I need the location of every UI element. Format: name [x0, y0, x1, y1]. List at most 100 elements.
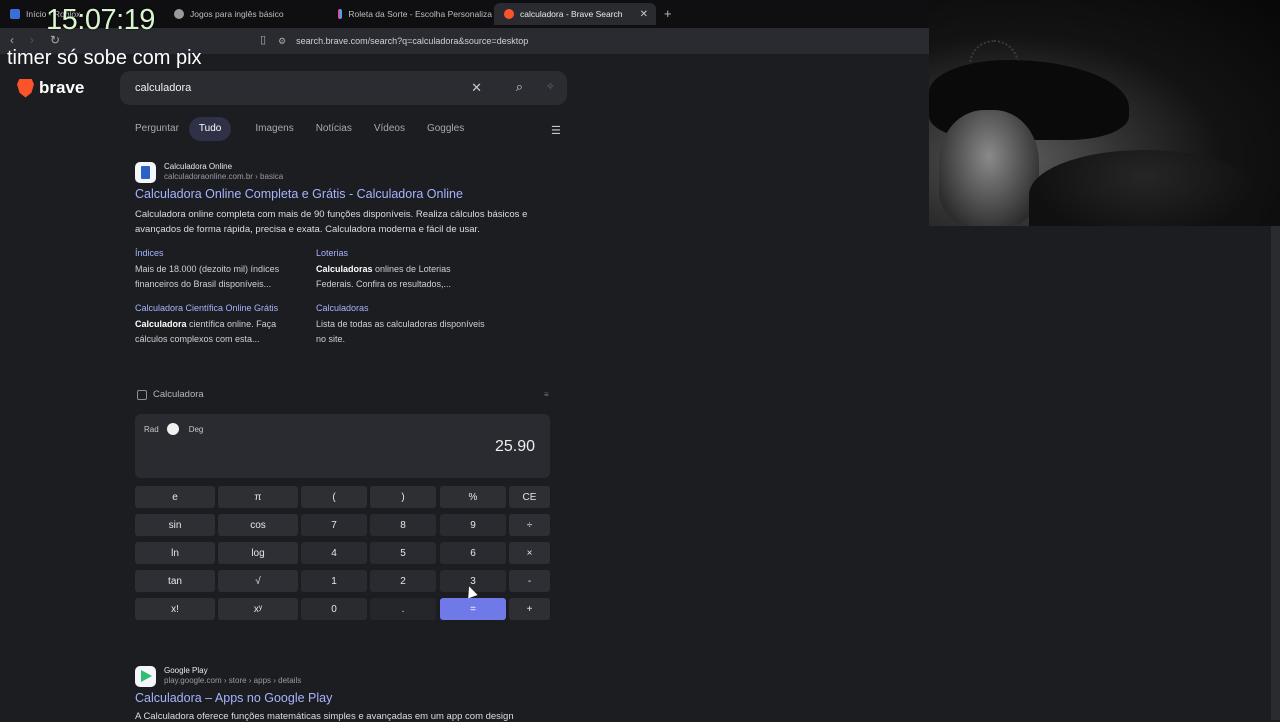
webcam-body: [1029, 150, 1259, 226]
calculator-display: Rad Deg 25.90: [135, 414, 550, 478]
angle-mode-toggle[interactable]: Rad Deg: [144, 423, 203, 435]
sublink-calculadoras: Calculadoras Lista de todas as calculado…: [316, 303, 486, 346]
calc-key[interactable]: √: [218, 570, 298, 592]
brave-favicon-icon: [504, 9, 514, 19]
calc-key[interactable]: 0: [301, 598, 367, 620]
search-query: calculadora: [135, 82, 192, 94]
back-icon[interactable]: ‹: [10, 33, 14, 47]
calc-key[interactable]: 7: [301, 514, 367, 536]
calc-key[interactable]: 6: [440, 542, 506, 564]
calc-key[interactable]: (: [301, 486, 367, 508]
brave-logo[interactable]: brave: [17, 78, 84, 98]
tab-perguntar[interactable]: Perguntar: [135, 117, 179, 141]
tab-imagens[interactable]: Imagens: [255, 117, 293, 141]
sublink-title[interactable]: Loterias: [316, 248, 486, 258]
tab-tudo[interactable]: Tudo: [188, 117, 232, 141]
close-icon[interactable]: ✕: [640, 9, 648, 20]
stream-timer: 15:07:19: [46, 4, 155, 36]
calc-key[interactable]: ÷: [509, 514, 550, 536]
forward-icon[interactable]: ›: [30, 33, 34, 47]
tab-goggles[interactable]: Goggles: [427, 117, 464, 141]
tab-roleta[interactable]: Roleta da Sorte - Escolha Personaliza: [328, 3, 492, 25]
calc-key[interactable]: CE: [509, 486, 550, 508]
scrollbar[interactable]: [1271, 226, 1280, 720]
calc-key[interactable]: e: [135, 486, 215, 508]
tab-noticias[interactable]: Notícias: [316, 117, 352, 141]
calc-key[interactable]: 8: [370, 514, 436, 536]
calc-key[interactable]: ): [370, 486, 436, 508]
mode-rad-label: Rad: [144, 424, 159, 434]
sublink-loterias: Loterias Calculadoras onlines de Loteria…: [316, 248, 486, 291]
timer-caption: timer só sobe com pix: [7, 47, 202, 69]
calculator-icon: [137, 389, 147, 400]
close-icon[interactable]: ✕: [471, 80, 482, 96]
roblox-favicon-icon: [10, 9, 20, 19]
menu-icon[interactable]: ≡: [544, 390, 549, 399]
mode-deg-label: Deg: [188, 424, 204, 434]
sublink-title[interactable]: Índices: [135, 248, 305, 258]
calc-key[interactable]: 4: [301, 542, 367, 564]
calc-key[interactable]: ×: [509, 542, 550, 564]
calc-key[interactable]: -: [509, 570, 550, 592]
tab-title: Jogos para inglês básico: [190, 9, 284, 19]
result-title-link[interactable]: Calculadora – Apps no Google Play: [135, 691, 332, 705]
calc-key[interactable]: cos: [218, 514, 298, 536]
sublink-desc: Calculadoras onlines de Loterias Federai…: [316, 262, 486, 291]
calc-key[interactable]: π: [218, 486, 298, 508]
webcam-overlay: [929, 0, 1280, 226]
calculator-title: Calculadora: [153, 389, 204, 400]
search-icon[interactable]: ⌕: [516, 79, 523, 95]
sublink-cientifica: Calculadora Científica Online Grátis Cal…: [135, 303, 305, 346]
sublink-title[interactable]: Calculadoras: [316, 303, 486, 313]
search-input[interactable]: calculadora ✕ ⌕ ✧: [120, 71, 567, 105]
calc-key[interactable]: 9: [440, 514, 506, 536]
sublink-title[interactable]: Calculadora Científica Online Grátis: [135, 303, 305, 313]
tab-title: calculadora - Brave Search: [520, 9, 623, 19]
calc-key[interactable]: %: [440, 486, 506, 508]
display-value: 25.90: [494, 438, 535, 455]
address-bar[interactable]: ⚙ search.brave.com/search?q=calculadora&…: [278, 31, 930, 51]
sublink-desc: Lista de todas as calculadoras disponíve…: [316, 319, 485, 344]
calc-key[interactable]: 5: [370, 542, 436, 564]
calc-key[interactable]: tan: [135, 570, 215, 592]
calc-key[interactable]: 2: [370, 570, 436, 592]
highlight: Calculadora: [135, 319, 187, 329]
toggle-knob[interactable]: [166, 423, 179, 435]
search-nav-tabs: Perguntar Tudo Imagens Notícias Vídeos G…: [135, 117, 486, 141]
globe-icon: [174, 9, 184, 19]
plus-icon[interactable]: +: [664, 6, 672, 21]
result-description: Calculadora online completa com mais de …: [135, 209, 528, 235]
sublink-indices: Índices Mais de 18.000 (dezoito mil) índ…: [135, 248, 305, 291]
bookmark-icon[interactable]: ▯: [260, 33, 266, 46]
result-url[interactable]: calculadoraonline.com.br › basica: [164, 172, 283, 181]
calc-key[interactable]: =: [440, 598, 506, 620]
brave-lion-icon: [17, 78, 34, 98]
highlight: Calculadoras: [316, 264, 373, 274]
brand-name: brave: [39, 78, 85, 97]
calculadora-online-favicon-icon: [135, 162, 156, 183]
calc-key[interactable]: xʸ: [218, 598, 298, 620]
calc-key[interactable]: .: [370, 598, 436, 620]
tab-calculadora[interactable]: calculadora - Brave Search ✕: [494, 3, 656, 25]
roleta-favicon-icon: [338, 9, 343, 19]
sublink-desc: Mais de 18.000 (dezoito mil) índices fin…: [135, 264, 280, 289]
result-url[interactable]: play.google.com › store › apps › details: [164, 676, 301, 685]
calculator-heading: Calculadora: [137, 389, 204, 400]
calc-key[interactable]: +: [509, 598, 550, 620]
site-settings-icon[interactable]: ⚙: [278, 36, 286, 47]
filter-settings-icon[interactable]: ☰: [551, 124, 561, 137]
calc-key[interactable]: sin: [135, 514, 215, 536]
calc-key[interactable]: log: [218, 542, 298, 564]
sparkle-icon[interactable]: ✧: [546, 80, 555, 93]
webcam-face: [939, 110, 1039, 226]
result-description: A Calculadora oferece funções matemática…: [135, 711, 514, 722]
tab-videos[interactable]: Vídeos: [374, 117, 405, 141]
calc-key[interactable]: ln: [135, 542, 215, 564]
url-text: search.brave.com/search?q=calculadora&so…: [296, 36, 529, 46]
calc-key[interactable]: x!: [135, 598, 215, 620]
tab-jogos[interactable]: Jogos para inglês básico: [164, 3, 328, 25]
result-title-link[interactable]: Calculadora Online Completa e Grátis - C…: [135, 187, 463, 201]
tab-title: Roleta da Sorte - Escolha Personaliza: [348, 9, 492, 19]
result-site-name: Google Play: [164, 666, 208, 675]
calc-key[interactable]: 1: [301, 570, 367, 592]
